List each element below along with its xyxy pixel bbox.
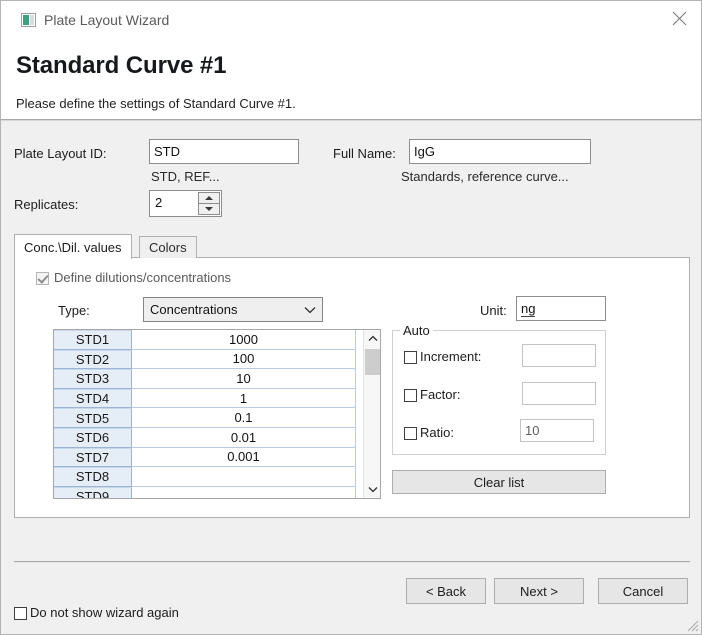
back-button[interactable]: < Back [406, 578, 486, 604]
table-row[interactable]: STD4 1 [54, 388, 355, 409]
header-divider-shadow [1, 120, 701, 121]
table-row[interactable]: STD7 0.001 [54, 447, 355, 468]
tab-colors[interactable]: Colors [139, 236, 197, 258]
unit-value: ng [521, 300, 536, 317]
factor-input[interactable] [522, 382, 596, 405]
standards-grid: STD1 1000 STD2 100 STD3 10 STD4 1 STD5 0.1 STD6 0.0… [53, 329, 381, 499]
header-area: Standard Curve #1 Please define the sett… [1, 39, 701, 119]
define-dilutions-label: Define dilutions/concentrations [54, 270, 232, 285]
standard-name-cell: STD7 [54, 447, 132, 468]
plate-layout-id-hint: STD, REF... [151, 169, 220, 184]
table-row[interactable]: STD6 0.01 [54, 427, 355, 448]
caret-up-icon[interactable] [198, 192, 220, 204]
ratio-input[interactable]: 10 [520, 419, 594, 442]
standard-value-cell[interactable]: 100 [132, 349, 355, 370]
standard-value-cell[interactable]: 0.001 [132, 447, 355, 468]
factor-label: Factor: [420, 387, 461, 402]
table-row[interactable]: STD5 0.1 [54, 408, 355, 428]
standard-name-cell: STD1 [54, 330, 132, 350]
do-not-show-wizard-checkbox[interactable] [14, 607, 27, 620]
next-button[interactable]: Next > [494, 578, 584, 604]
close-icon[interactable] [657, 1, 701, 35]
replicates-spin-buttons [198, 192, 220, 215]
standard-name-cell: STD6 [54, 427, 132, 448]
plate-layout-wizard-dialog: Plate Layout Wizard Standard Curve #1 Pl… [0, 0, 702, 635]
type-selected-value: Concentrations [150, 302, 238, 317]
table-row[interactable]: STD2 100 [54, 349, 355, 370]
caret-down-icon[interactable] [198, 204, 220, 215]
page-subtitle: Please define the settings of Standard C… [16, 96, 296, 111]
table-row[interactable]: STD9 [54, 486, 355, 498]
page-title: Standard Curve #1 [16, 52, 227, 79]
full-name-label: Full Name: [333, 146, 396, 161]
standard-value-cell[interactable]: 1000 [132, 330, 355, 350]
do-not-show-wizard-label: Do not show wizard again [30, 605, 179, 620]
table-row[interactable]: STD8 [54, 467, 355, 487]
standard-name-cell: STD3 [54, 369, 132, 389]
standard-value-cell[interactable]: 10 [132, 369, 355, 389]
ratio-label: Ratio: [420, 425, 454, 440]
standards-grid-rows: STD1 1000 STD2 100 STD3 10 STD4 1 STD5 0.1 STD6 0.0… [54, 330, 355, 498]
standard-value-cell[interactable]: 0.1 [132, 408, 355, 428]
cancel-button[interactable]: Cancel [598, 578, 688, 604]
plate-layout-id-label: Plate Layout ID: [14, 146, 107, 161]
unit-input[interactable]: ng [516, 296, 606, 321]
standard-name-cell: STD5 [54, 408, 132, 428]
grid-column-separator [355, 330, 356, 498]
unit-label: Unit: [480, 303, 507, 318]
title-bar: Plate Layout Wizard [1, 1, 701, 39]
tab-conc-dil-values[interactable]: Conc.\Dil. values [14, 234, 132, 259]
chevron-up-icon[interactable] [364, 330, 380, 347]
replicates-label: Replicates: [14, 197, 79, 212]
standard-name-cell: STD8 [54, 467, 132, 487]
auto-group-title: Auto [400, 323, 433, 338]
footer-divider-shadow [14, 562, 690, 563]
standard-name-cell: STD9 [54, 486, 132, 498]
standard-name-cell: STD2 [54, 349, 132, 370]
define-dilutions-checkbox[interactable] [36, 272, 49, 285]
clear-list-button[interactable]: Clear list [392, 470, 606, 494]
replicates-value: 2 [155, 195, 163, 210]
tab-strip: Conc.\Dil. values Colors [14, 234, 690, 259]
standard-value-cell[interactable] [132, 486, 355, 498]
table-row[interactable]: STD1 1000 [54, 330, 355, 350]
factor-checkbox[interactable] [404, 389, 417, 402]
replicates-stepper[interactable]: 2 [149, 190, 222, 217]
table-row[interactable]: STD3 10 [54, 369, 355, 389]
plate-layout-icon [21, 13, 36, 27]
standard-name-cell: STD4 [54, 388, 132, 409]
window-title: Plate Layout Wizard [44, 12, 170, 28]
full-name-input[interactable]: IgG [409, 139, 591, 164]
ratio-checkbox[interactable] [404, 427, 417, 440]
standards-grid-scrollbar[interactable] [363, 330, 380, 498]
plate-layout-id-input[interactable]: STD [149, 139, 299, 164]
chevron-down-icon [298, 306, 322, 314]
full-name-hint: Standards, reference curve... [401, 169, 569, 184]
increment-input[interactable] [522, 344, 596, 367]
type-label: Type: [58, 303, 90, 318]
standard-value-cell[interactable] [132, 467, 355, 487]
increment-label: Increment: [420, 349, 482, 364]
standard-value-cell[interactable]: 0.01 [132, 427, 355, 448]
resize-grip-icon[interactable] [685, 618, 699, 632]
standard-value-cell[interactable]: 1 [132, 388, 355, 409]
scrollbar-thumb[interactable] [365, 349, 380, 375]
chevron-down-icon[interactable] [364, 481, 380, 498]
type-select[interactable]: Concentrations [143, 297, 323, 322]
increment-checkbox[interactable] [404, 351, 417, 364]
